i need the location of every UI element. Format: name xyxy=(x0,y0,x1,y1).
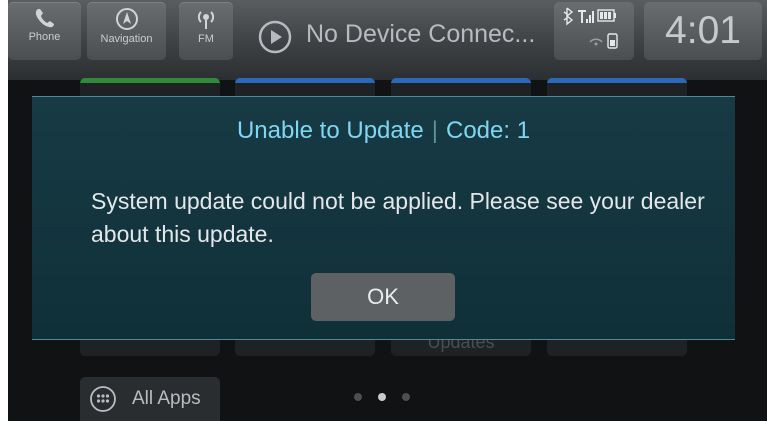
compass-icon xyxy=(115,8,138,30)
all-apps-button[interactable]: All Apps xyxy=(80,377,220,421)
error-code: Code: 1 xyxy=(445,117,531,144)
update-error-dialog: Unable to Update | Code: 1 System update c… xyxy=(32,96,735,340)
now-playing-text[interactable]: No Device Connec... xyxy=(306,20,546,49)
phone-label: Phone xyxy=(28,31,61,43)
dialog-title: Unable to Update | Code: 1 xyxy=(32,117,735,145)
infotainment-screen: Phone Navigation FM No Device Connec... xyxy=(8,0,767,421)
phone-button[interactable]: Phone xyxy=(8,2,81,60)
page-indicator-dot[interactable] xyxy=(402,393,410,401)
ok-button[interactable]: OK xyxy=(311,273,455,321)
phone-icon xyxy=(35,9,54,28)
dialog-message: System update could not be applied. Plea… xyxy=(91,188,705,247)
bluetooth-icon xyxy=(563,7,574,26)
fm-label: FM xyxy=(198,33,214,45)
clock: 4:01 xyxy=(644,2,762,60)
play-icon[interactable] xyxy=(258,20,292,54)
all-apps-label: All Apps xyxy=(132,388,201,409)
status-indicators xyxy=(554,2,634,60)
battery-icon xyxy=(597,9,616,22)
page-indicator-dot[interactable] xyxy=(354,393,362,401)
navigation-button[interactable]: Navigation xyxy=(87,2,166,60)
status-bar: Phone Navigation FM No Device Connec... xyxy=(8,0,767,80)
grid-icon xyxy=(90,386,116,412)
page-indicator-dot-active[interactable] xyxy=(378,393,386,401)
fm-button[interactable]: FM xyxy=(179,2,233,60)
signal-icon xyxy=(578,10,594,23)
wifi-icon xyxy=(589,38,603,46)
phone-battery-icon xyxy=(607,33,618,49)
dialog-title-text: Unable to Update xyxy=(236,117,424,144)
radio-icon xyxy=(197,11,215,29)
title-separator: | xyxy=(431,117,438,144)
navigation-label: Navigation xyxy=(100,33,153,45)
